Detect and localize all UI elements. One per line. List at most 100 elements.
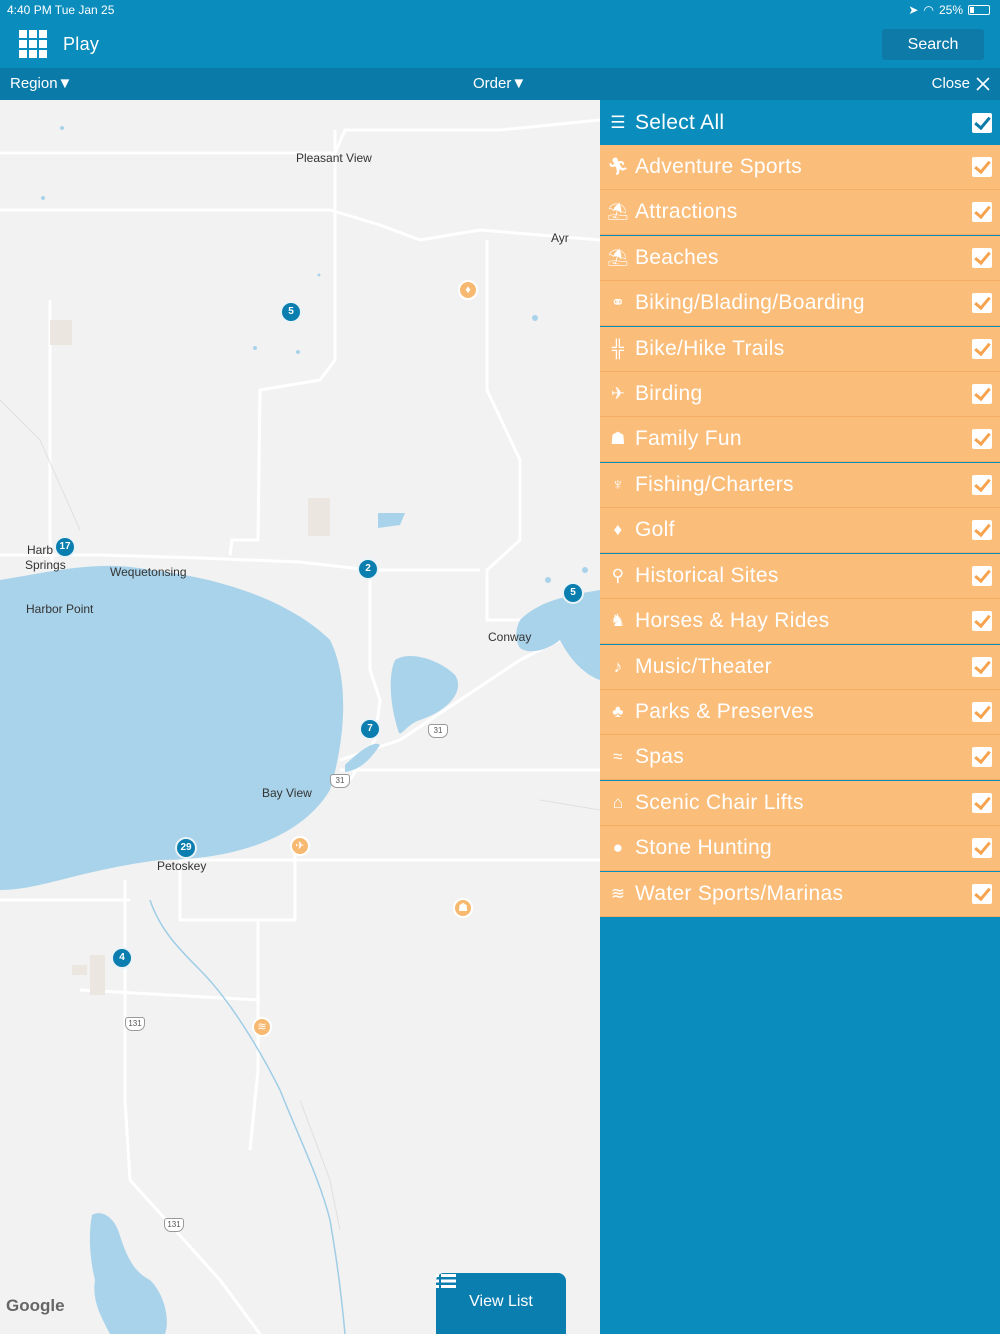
- highway-shield: 31: [428, 724, 448, 738]
- category-label: Attractions: [635, 200, 738, 223]
- map-cluster-marker[interactable]: 7: [359, 718, 381, 740]
- view-list-button[interactable]: View List: [436, 1273, 566, 1334]
- search-button[interactable]: Search: [882, 29, 984, 60]
- category-checkbox[interactable]: [972, 475, 992, 495]
- category-checkbox[interactable]: [972, 293, 992, 313]
- battery-icon: [968, 5, 990, 15]
- order-dropdown[interactable]: Order▼: [473, 75, 526, 92]
- carousel-icon: ⛱︎: [607, 202, 629, 221]
- caret-down-icon: ▼: [57, 75, 73, 92]
- fisherman-icon: ♆: [611, 475, 625, 494]
- map-label: Springs: [25, 558, 66, 572]
- category-checkbox[interactable]: [972, 384, 992, 404]
- stone-icon: ●: [612, 838, 624, 857]
- gondola-icon: ⌂: [612, 793, 624, 812]
- map-pin-icon: ⚲: [611, 566, 625, 585]
- bird-icon: ✈: [295, 840, 305, 852]
- category-label: Music/Theater: [635, 655, 772, 678]
- birding-poi-marker[interactable]: ✈: [290, 836, 310, 856]
- category-checkbox[interactable]: [972, 747, 992, 767]
- map-cluster-marker[interactable]: 29: [175, 837, 197, 859]
- category-row-water-sports-marinas[interactable]: ≋ Water Sports/Marinas: [600, 872, 1000, 917]
- category-label: Beaches: [635, 246, 719, 269]
- category-checkbox[interactable]: [972, 339, 992, 359]
- category-checkbox[interactable]: [972, 520, 992, 540]
- category-label: Family Fun: [635, 427, 742, 450]
- category-row-adventure-sports[interactable]: 🏃︎ Adventure Sports: [600, 145, 1000, 190]
- map-label: Conway: [488, 630, 532, 644]
- tree-icon: ♣: [612, 702, 624, 721]
- category-row-stone-hunting[interactable]: ● Stone Hunting: [600, 826, 1000, 871]
- category-row-family-fun[interactable]: ☗ Family Fun: [600, 417, 1000, 462]
- order-label: Order: [473, 75, 512, 92]
- water-sports-poi-marker[interactable]: ≋: [252, 1017, 272, 1037]
- golf-poi-marker[interactable]: ♦: [458, 280, 478, 300]
- category-row-biking[interactable]: ⚭ Biking/Blading/Boarding: [600, 281, 1000, 326]
- category-checkbox[interactable]: [972, 793, 992, 813]
- category-checkbox[interactable]: [972, 884, 992, 904]
- signpost-icon: ╬: [611, 339, 625, 358]
- category-row-bike-hike-trails[interactable]: ╬ Bike/Hike Trails: [600, 327, 1000, 372]
- map-cluster-marker[interactable]: 2: [357, 558, 379, 580]
- category-checkbox[interactable]: [972, 157, 992, 177]
- waves-icon: ≋: [610, 884, 626, 903]
- map-cluster-marker[interactable]: 5: [562, 582, 584, 604]
- close-button[interactable]: Close: [932, 75, 990, 92]
- map-cluster-marker[interactable]: 5: [280, 301, 302, 323]
- category-checkbox[interactable]: [972, 202, 992, 222]
- category-row-parks-preserves[interactable]: ♣ Parks & Preserves: [600, 690, 1000, 735]
- map-cluster-marker[interactable]: 17: [54, 536, 76, 558]
- region-dropdown[interactable]: Region▼: [10, 75, 72, 92]
- category-checkbox[interactable]: [972, 611, 992, 631]
- google-logo: Google: [6, 1296, 65, 1315]
- category-checkbox[interactable]: [972, 566, 992, 586]
- category-row-spas[interactable]: ≈ Spas: [600, 735, 1000, 780]
- category-row-beaches[interactable]: ⛱︎ Beaches: [600, 236, 1000, 281]
- family-poi-marker[interactable]: ☗: [453, 898, 473, 918]
- category-row-horses-hay-rides[interactable]: ♞ Horses & Hay Rides: [600, 599, 1000, 644]
- category-row-historical-sites[interactable]: ⚲ Historical Sites: [600, 554, 1000, 599]
- select-all-checkbox[interactable]: [972, 112, 992, 133]
- category-row-scenic-chair-lifts[interactable]: ⌂ Scenic Chair Lifts: [600, 781, 1000, 826]
- bird-icon: ✈: [610, 384, 626, 403]
- category-row-golf[interactable]: ♦ Golf: [600, 508, 1000, 553]
- category-row-birding[interactable]: ✈ Birding: [600, 372, 1000, 417]
- page-title: Play: [63, 34, 100, 54]
- category-label: Water Sports/Marinas: [635, 882, 844, 905]
- category-label: Stone Hunting: [635, 836, 772, 859]
- category-row-attractions[interactable]: ⛱︎ Attractions: [600, 190, 1000, 235]
- map-canvas: [0, 118, 600, 1334]
- app-header: 4:40 PM Tue Jan 25 ➤ ◠ 25% Play Search: [0, 0, 1000, 68]
- category-label: Biking/Blading/Boarding: [635, 291, 865, 314]
- checklist-icon: ☰: [610, 112, 626, 132]
- category-checkbox[interactable]: [972, 702, 992, 722]
- status-indicators: ➤ ◠ 25%: [908, 3, 990, 17]
- category-label: Parks & Preserves: [635, 700, 814, 723]
- category-label: Birding: [635, 382, 703, 405]
- map-label: Ayr: [551, 231, 569, 245]
- category-checkbox[interactable]: [972, 248, 992, 268]
- category-label: Spas: [635, 745, 685, 768]
- runner-icon: 🏃︎: [607, 157, 629, 176]
- category-checkbox[interactable]: [972, 429, 992, 449]
- map-label: Harbor Point: [26, 602, 94, 616]
- family-icon: ☗: [610, 429, 626, 448]
- map-label: Wequetonsing: [110, 565, 187, 579]
- map-label: Bay View: [262, 786, 312, 800]
- location-icon: ➤: [908, 3, 919, 17]
- select-all-row[interactable]: ☰ Select All: [600, 100, 1000, 145]
- category-label: Fishing/Charters: [635, 473, 794, 496]
- golf-tee-icon: ♦: [613, 520, 623, 539]
- family-icon: ☗: [458, 902, 468, 914]
- category-label: Golf: [635, 518, 675, 541]
- category-row-fishing-charters[interactable]: ♆ Fishing/Charters: [600, 463, 1000, 508]
- category-checkbox[interactable]: [972, 657, 992, 677]
- map-cluster-marker[interactable]: 4: [111, 947, 133, 969]
- category-checkbox[interactable]: [972, 838, 992, 858]
- golf-tee-icon: ♦: [465, 284, 471, 296]
- select-all-label: Select All: [635, 110, 725, 134]
- map-view[interactable]: Pleasant View Ayr Harb Springs Wequetons…: [0, 100, 600, 1334]
- apps-grid-icon[interactable]: [19, 30, 47, 58]
- category-label: Scenic Chair Lifts: [635, 791, 804, 814]
- category-row-music-theater[interactable]: ♪ Music/Theater: [600, 645, 1000, 690]
